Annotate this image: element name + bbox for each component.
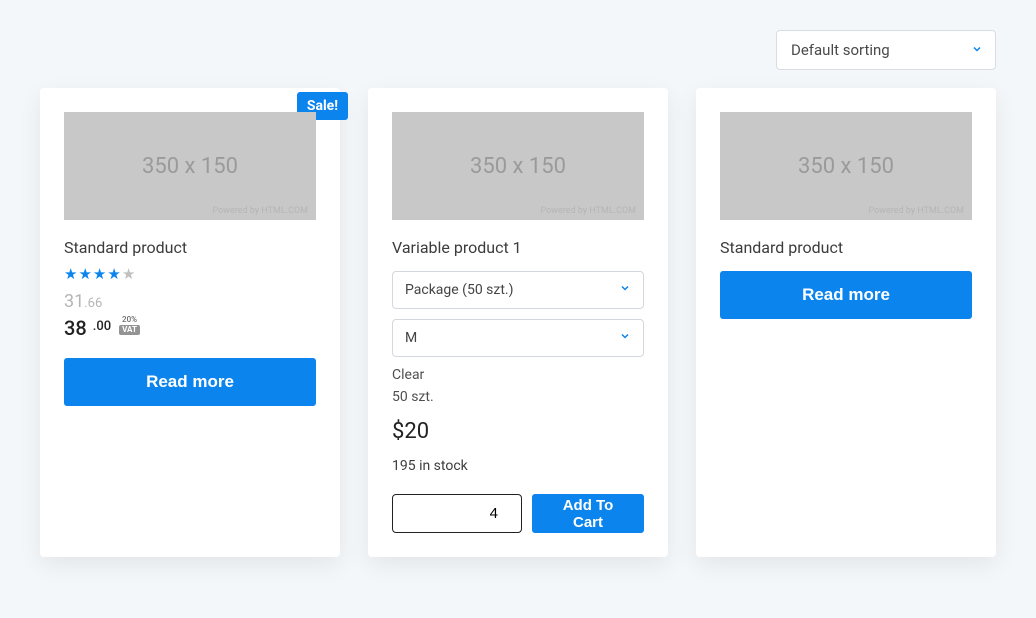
star-icon: ★ [107,265,121,283]
stock-status: 195 in stock [392,458,644,474]
placeholder-credit: Powered by HTML.COM [869,206,964,216]
price-new-cents: .00 [93,319,111,334]
product-image-placeholder: 350 x 150 Powered by HTML.COM [720,112,972,220]
quantity-input[interactable] [392,494,522,533]
placeholder-credit: Powered by HTML.COM [541,206,636,216]
sort-selected-label: Default sorting [791,41,890,59]
star-icon: ★ [78,265,92,283]
top-bar: Default sorting [40,30,996,70]
chevron-down-icon [971,41,983,59]
product-card: 350 x 150 Powered by HTML.COM Standard p… [696,88,996,557]
placeholder-credit: Powered by HTML.COM [213,206,308,216]
package-select-value: Package (50 szt.) [405,282,514,298]
sort-select[interactable]: Default sorting [776,30,996,70]
product-title[interactable]: Standard product [64,238,316,257]
vat-badge: 20% VAT [119,316,140,335]
product-title[interactable]: Variable product 1 [392,238,644,257]
placeholder-dimensions: 350 x 150 [798,154,894,179]
placeholder-dimensions: 350 x 150 [142,154,238,179]
price-old-cents: .66 [84,296,102,311]
rating-stars: ★★★★★ [64,265,316,283]
star-icon: ★ [64,265,78,283]
add-to-cart-button[interactable]: Add To Cart [532,494,644,533]
product-grid: Sale! 350 x 150 Powered by HTML.COM Stan… [40,88,996,557]
chevron-down-icon [619,282,631,298]
pack-size-label: 50 szt. [392,389,644,405]
vat-percent: 20% [122,316,137,324]
product-title[interactable]: Standard product [720,238,972,257]
chevron-down-icon [619,330,631,346]
product-image-placeholder: 350 x 150 Powered by HTML.COM [392,112,644,220]
product-card: 350 x 150 Powered by HTML.COM Variable p… [368,88,668,557]
product-image-placeholder: 350 x 150 Powered by HTML.COM [64,112,316,220]
vat-label: VAT [119,325,140,335]
read-more-button[interactable]: Read more [720,271,972,319]
product-card: Sale! 350 x 150 Powered by HTML.COM Stan… [40,88,340,557]
add-to-cart-row: Add To Cart [392,494,644,533]
price-new-int: 38 [64,316,87,340]
star-empty-icon: ★ [122,265,136,283]
size-select-value: M [405,330,417,346]
size-select[interactable]: M [392,319,644,357]
star-icon: ★ [93,265,107,283]
price-old: 31.66 [64,291,316,312]
placeholder-dimensions: 350 x 150 [470,154,566,179]
clear-link[interactable]: Clear [392,367,644,383]
price-old-int: 31 [64,291,84,312]
price-new: 38 .00 20% VAT [64,316,316,340]
product-price: $20 [392,419,644,444]
read-more-button[interactable]: Read more [64,358,316,406]
package-select[interactable]: Package (50 szt.) [392,271,644,309]
